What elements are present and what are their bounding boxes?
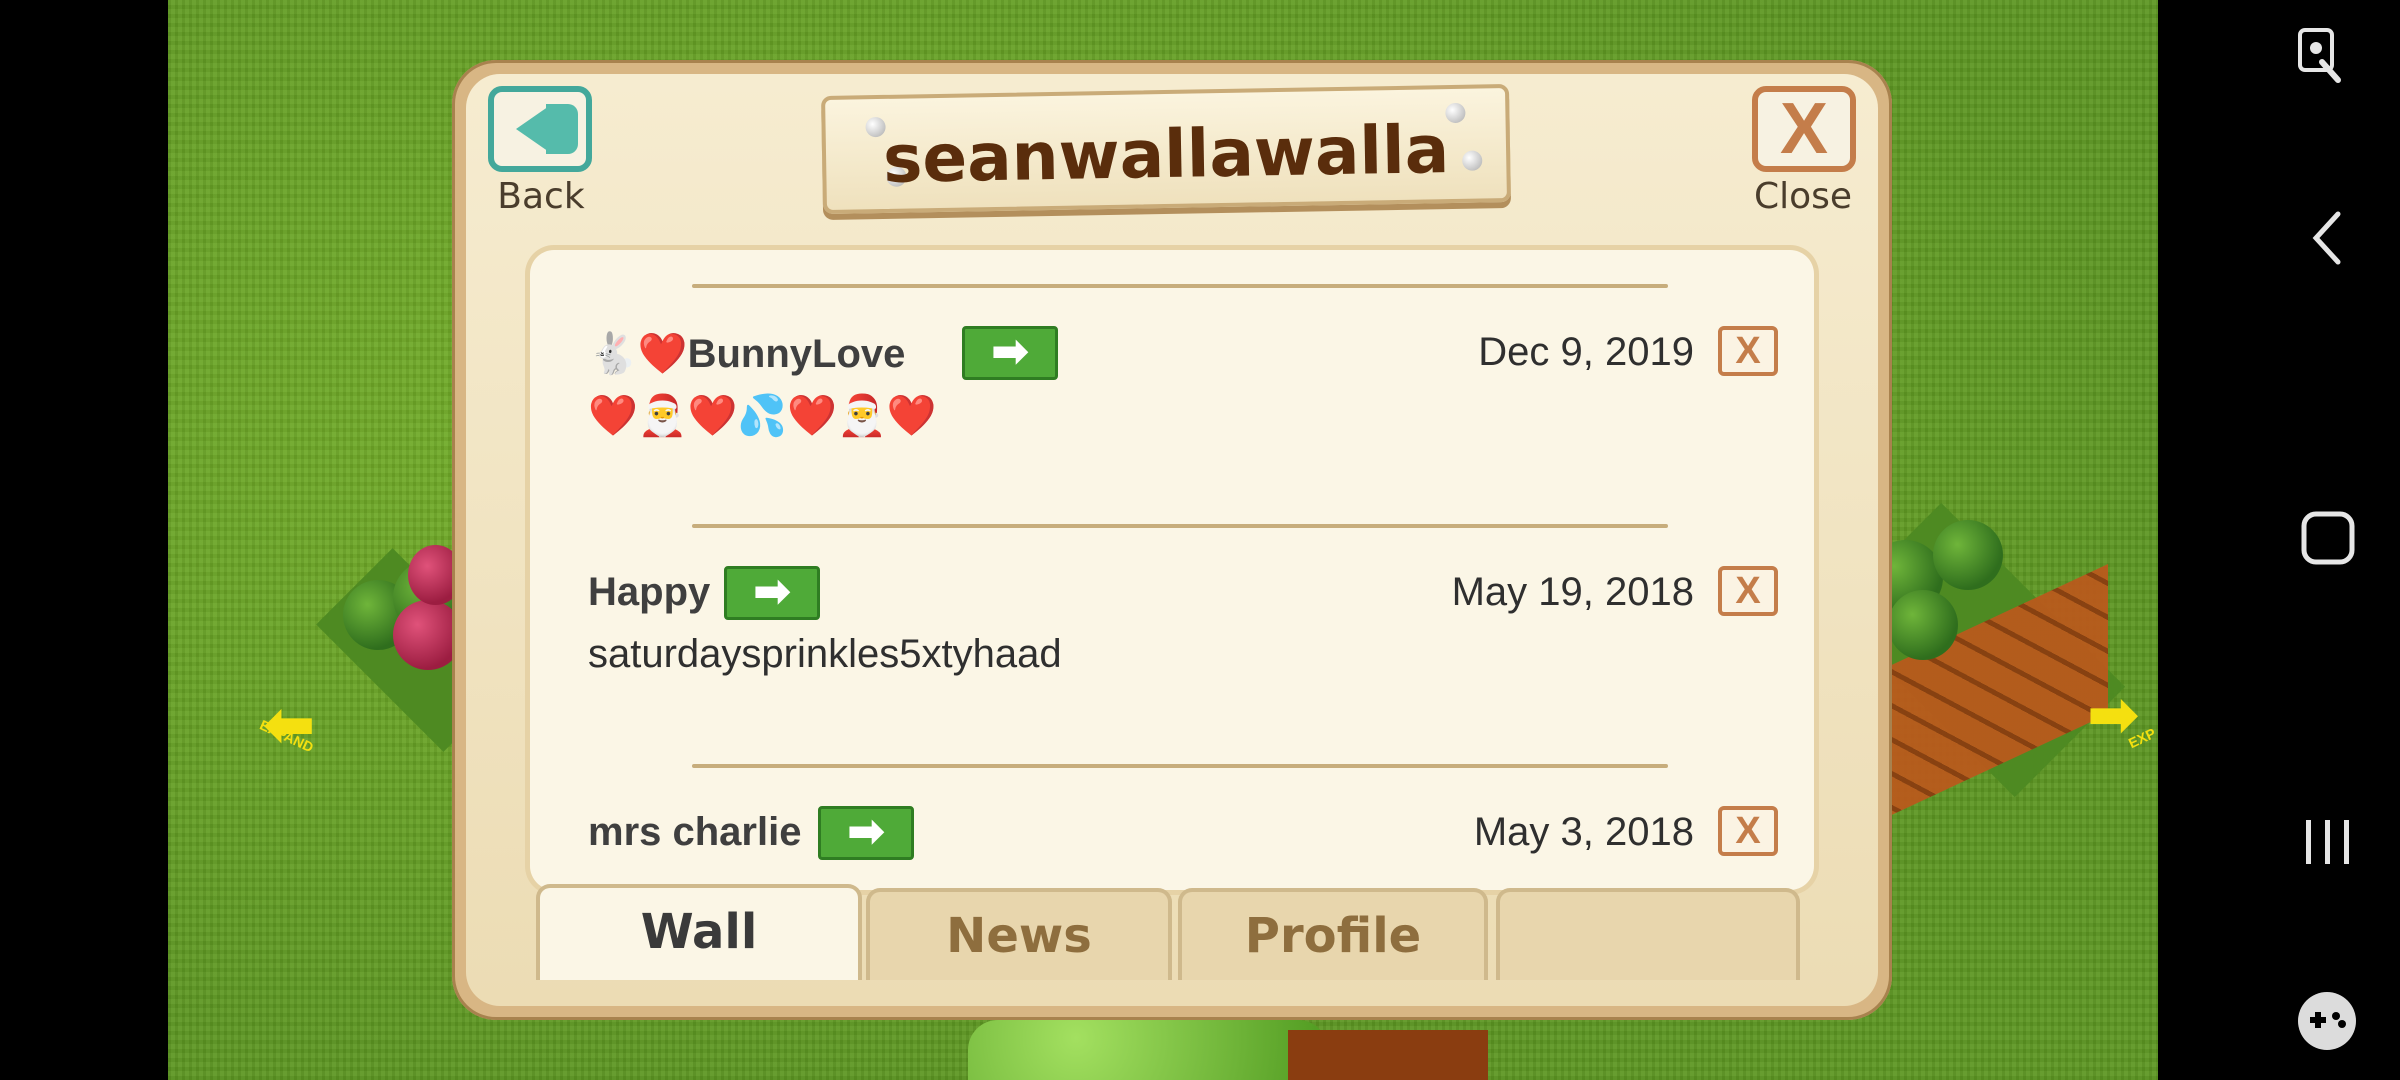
tree — [1933, 520, 2003, 590]
visit-farm-button[interactable]: ➡ — [724, 566, 820, 620]
back-label: Back — [497, 176, 585, 217]
delete-post-button[interactable]: X — [1718, 566, 1778, 616]
post-date: Dec 9, 2019 — [1478, 330, 1694, 374]
system-navigation-bar — [2158, 0, 2400, 1080]
post-author[interactable]: mrs charlie — [588, 810, 801, 855]
tab-profile[interactable]: Profile — [1178, 888, 1488, 980]
post-message: saturdaysprinkles5xtyhaad — [588, 632, 1062, 676]
close-icon: X — [1735, 570, 1761, 612]
post-author[interactable]: Happy — [588, 570, 710, 615]
post-date: May 3, 2018 — [1473, 810, 1694, 854]
post-date: May 19, 2018 — [1451, 570, 1694, 614]
arrow-right-icon: ➡ — [991, 327, 1029, 376]
divider — [692, 524, 1668, 528]
close-icon: X — [1779, 89, 1829, 169]
animal-pen — [1288, 1030, 1488, 1080]
dialog-title: seanwallawalla — [882, 111, 1450, 198]
divider — [692, 284, 1668, 288]
title-banner: seanwallawalla — [821, 84, 1511, 214]
tree — [1888, 590, 1958, 660]
tab-wall[interactable]: Wall — [536, 884, 862, 980]
tab-bar: Wall News Profile — [530, 884, 1814, 980]
visit-farm-button[interactable]: ➡ — [818, 806, 914, 860]
delete-post-button[interactable]: X — [1718, 326, 1778, 376]
close-label: Close — [1753, 176, 1853, 217]
post-author[interactable]: 🐇❤️BunnyLove — [588, 330, 905, 377]
recents-icon[interactable] — [2302, 816, 2354, 868]
back-icon[interactable] — [2310, 210, 2344, 266]
close-icon: X — [1735, 810, 1761, 852]
post-message: ❤️🎅❤️💦❤️🎅❤️ — [588, 394, 937, 438]
arrow-right-icon: ➡ — [847, 807, 885, 856]
arrow-right-icon: ➡ — [753, 567, 791, 616]
close-icon: X — [1735, 330, 1761, 372]
home-icon[interactable] — [2300, 510, 2356, 566]
back-arrow-bar — [546, 104, 578, 154]
screen-lock-icon[interactable] — [2298, 28, 2344, 88]
hedge-row — [968, 1020, 1328, 1080]
close-button[interactable]: X — [1752, 86, 1856, 172]
tab-news[interactable]: News — [866, 888, 1172, 980]
visit-farm-button[interactable]: ➡ — [962, 326, 1058, 380]
tab-empty[interactable] — [1496, 888, 1800, 980]
wall-panel[interactable]: 🐇❤️BunnyLove ➡ Dec 9, 2019 X ❤️🎅❤️💦❤️🎅❤️… — [530, 250, 1814, 890]
delete-post-button[interactable]: X — [1718, 806, 1778, 856]
back-button[interactable] — [488, 86, 592, 172]
game-controller-icon[interactable] — [2296, 990, 2358, 1052]
divider — [692, 764, 1668, 768]
